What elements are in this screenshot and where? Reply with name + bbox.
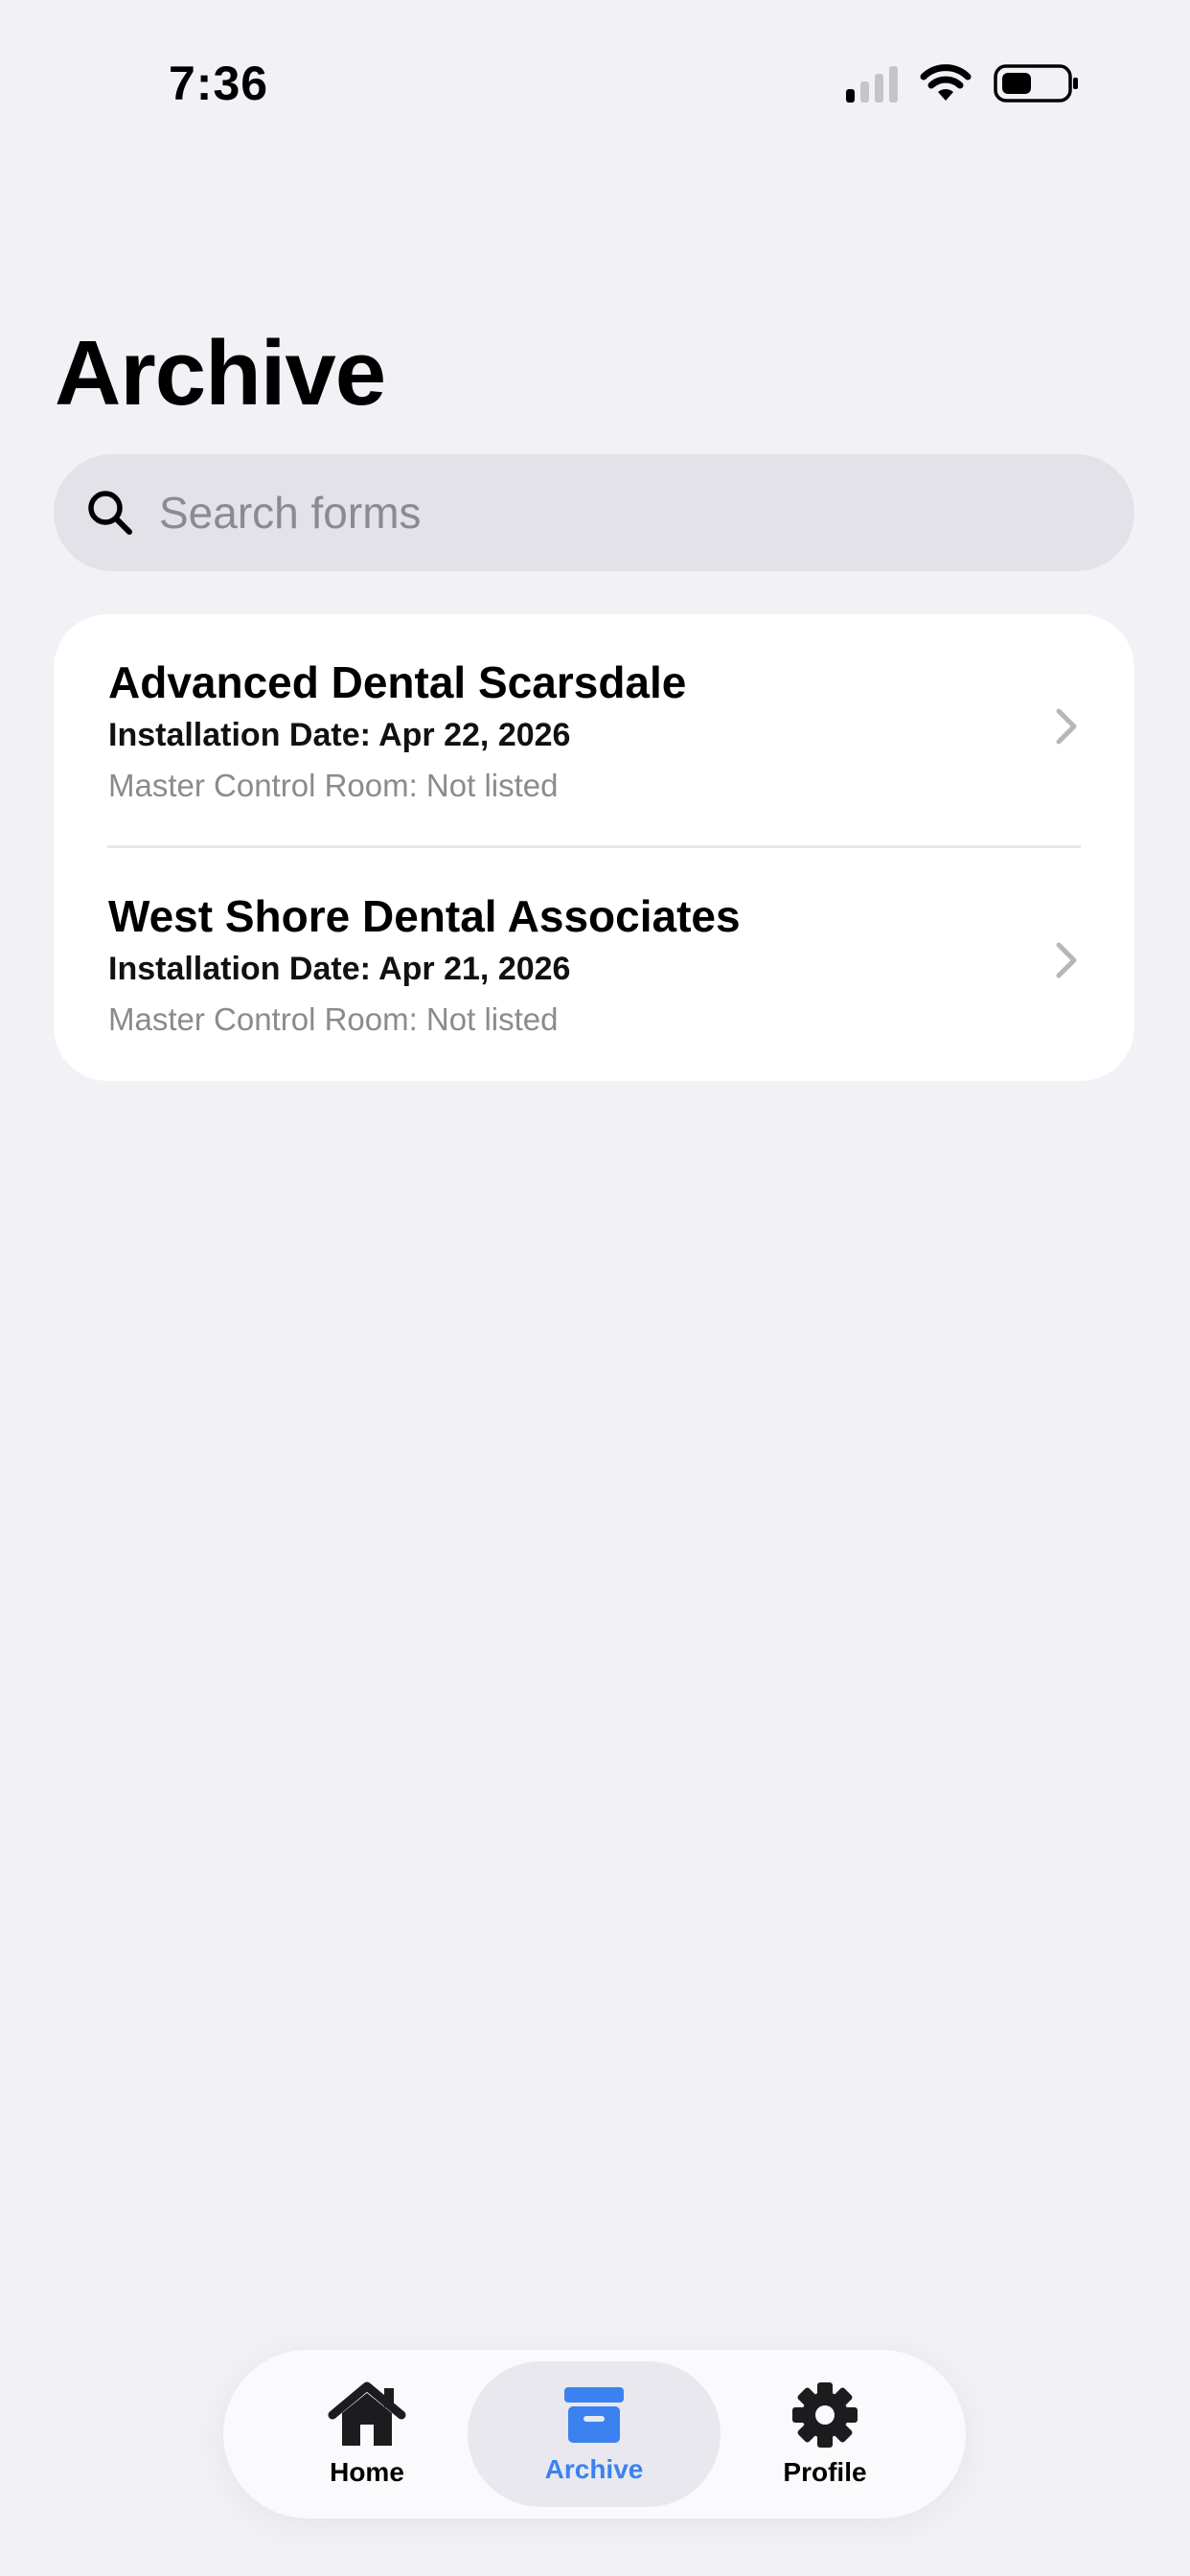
search-icon — [88, 491, 132, 535]
forms-list: Advanced Dental Scarsdale Installation D… — [54, 614, 1134, 1081]
form-title: West Shore Dental Associates — [108, 891, 741, 941]
tab-archive[interactable]: Archive — [468, 2361, 721, 2507]
house-icon — [328, 2381, 406, 2446]
page-title: Archive — [55, 322, 386, 425]
tab-bar: Home Archive Profile — [223, 2350, 966, 2518]
gear-icon — [792, 2382, 858, 2448]
search-bar[interactable] — [54, 454, 1134, 571]
form-title: Advanced Dental Scarsdale — [108, 657, 687, 707]
cellular-signal-icon — [846, 64, 898, 103]
chevron-right-icon — [1056, 942, 1077, 978]
list-item[interactable]: West Shore Dental Associates Installatio… — [54, 848, 1134, 1081]
status-bar: 7:36 — [0, 0, 1190, 163]
battery-icon — [994, 64, 1078, 103]
master-control-room: Master Control Room: Not listed — [108, 768, 559, 803]
installation-date: Installation Date: Apr 22, 2026 — [108, 717, 571, 753]
status-time: 7:36 — [169, 57, 269, 110]
search-input[interactable] — [157, 486, 1081, 540]
tab-home[interactable]: Home — [262, 2361, 472, 2507]
master-control-room: Master Control Room: Not listed — [108, 1001, 559, 1037]
tab-label: Home — [330, 2457, 404, 2487]
tab-label: Profile — [783, 2457, 867, 2487]
list-item[interactable]: Advanced Dental Scarsdale Installation D… — [54, 614, 1134, 848]
wifi-icon — [920, 64, 972, 101]
tab-profile[interactable]: Profile — [720, 2361, 930, 2507]
archive-box-icon — [564, 2387, 624, 2443]
chevron-right-icon — [1056, 708, 1077, 745]
installation-date: Installation Date: Apr 21, 2026 — [108, 951, 571, 987]
tab-label: Archive — [544, 2454, 644, 2484]
status-icons — [846, 63, 1080, 104]
